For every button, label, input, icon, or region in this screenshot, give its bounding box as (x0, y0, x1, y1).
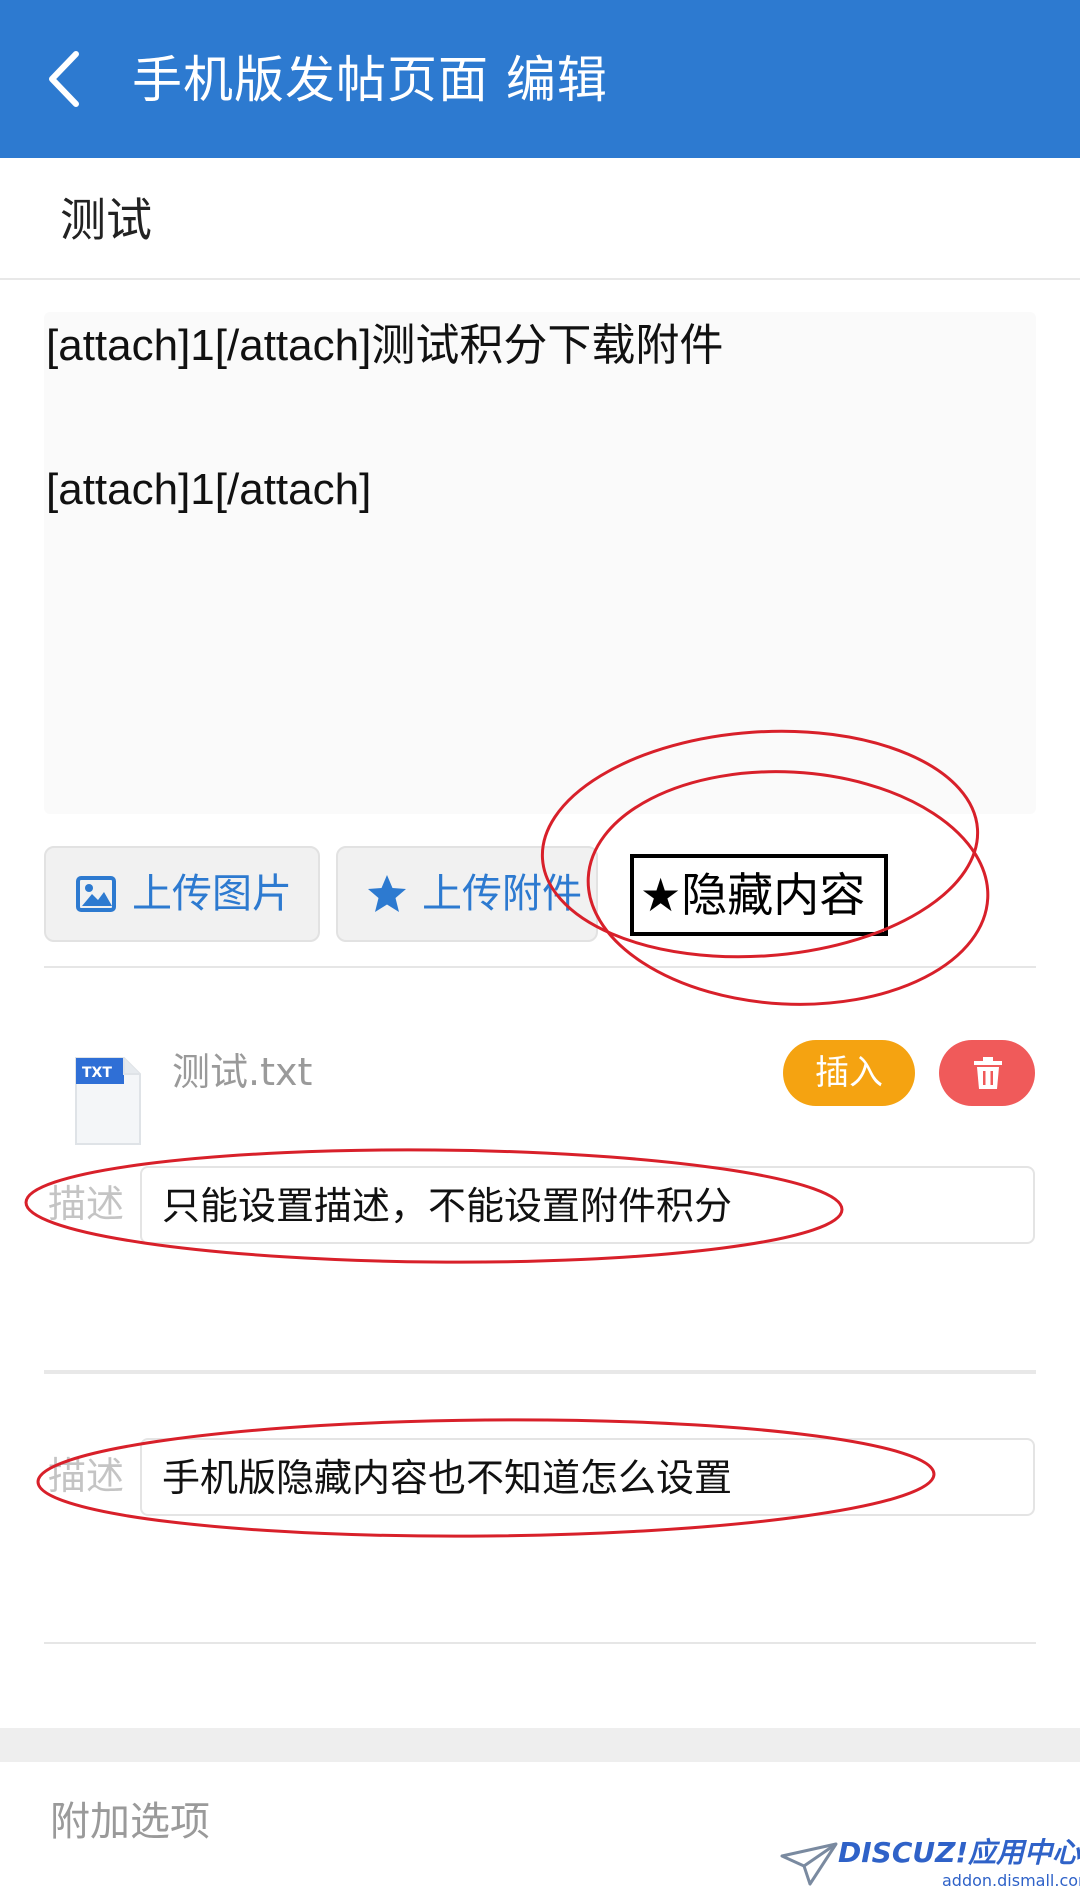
description-value: 手机版隐藏内容也不知道怎么设置 (162, 1456, 733, 1500)
paper-plane-icon (780, 1842, 838, 1886)
description-input[interactable]: 手机版隐藏内容也不知道怎么设置 (140, 1438, 1035, 1516)
editor-line: [attach]1[/attach]测试积分下载附件 (46, 321, 724, 370)
top-bar: 手机版发帖页面 编辑 (0, 0, 1080, 158)
section-separator (0, 1728, 1080, 1762)
back-button[interactable] (40, 46, 90, 112)
chevron-left-icon (49, 51, 79, 107)
delete-button[interactable] (939, 1040, 1035, 1106)
editor-line: [attach]1[/attach] (46, 465, 372, 514)
description-label: 描述 (48, 1182, 125, 1226)
upload-image-button[interactable]: 上传图片 (44, 846, 320, 942)
txt-file-icon: TXT (75, 1057, 141, 1145)
upload-attachment-label: 上传附件 (422, 871, 582, 917)
watermark-logo: DISCUZ!应用中心 addon.dismall.com (778, 1834, 1080, 1900)
description-input[interactable]: 只能设置描述，不能设置附件积分 (140, 1166, 1035, 1244)
upload-image-label: 上传图片 (132, 871, 292, 917)
post-edit-page: 手机版发帖页面 编辑 测试 [attach]1[/attach]测试积分下载附件… (0, 0, 1080, 1902)
trash-icon (974, 1057, 1002, 1089)
watermark-brand: DISCUZ!应用中心 (838, 1836, 1080, 1869)
extra-options-label: 附加选项 (50, 1799, 210, 1845)
insert-button[interactable]: 插入 (783, 1040, 915, 1106)
divider (44, 1370, 1036, 1374)
svg-text:TXT: TXT (82, 1065, 112, 1081)
subject-value: 测试 (60, 193, 152, 247)
description-label: 描述 (48, 1454, 125, 1498)
watermark-site: addon.dismall.com (942, 1871, 1080, 1890)
upload-attachment-button[interactable]: 上传附件 (336, 846, 598, 942)
hidden-content-button[interactable]: ★隐藏内容 (630, 854, 888, 936)
subject-field[interactable]: 测试 (0, 158, 1080, 280)
hidden-content-label: ★隐藏内容 (640, 868, 866, 922)
star-icon (368, 875, 406, 912)
divider (44, 966, 1036, 968)
image-icon (76, 876, 116, 912)
annotation-overlay (24, 729, 990, 1538)
page-title: 手机版发帖页面 编辑 (132, 51, 608, 109)
file-name: 测试.txt (172, 1050, 313, 1094)
description-value: 只能设置描述，不能设置附件积分 (162, 1184, 733, 1228)
divider (44, 1642, 1036, 1644)
content-editor[interactable]: [attach]1[/attach]测试积分下载附件 [attach]1[/at… (44, 312, 1036, 814)
